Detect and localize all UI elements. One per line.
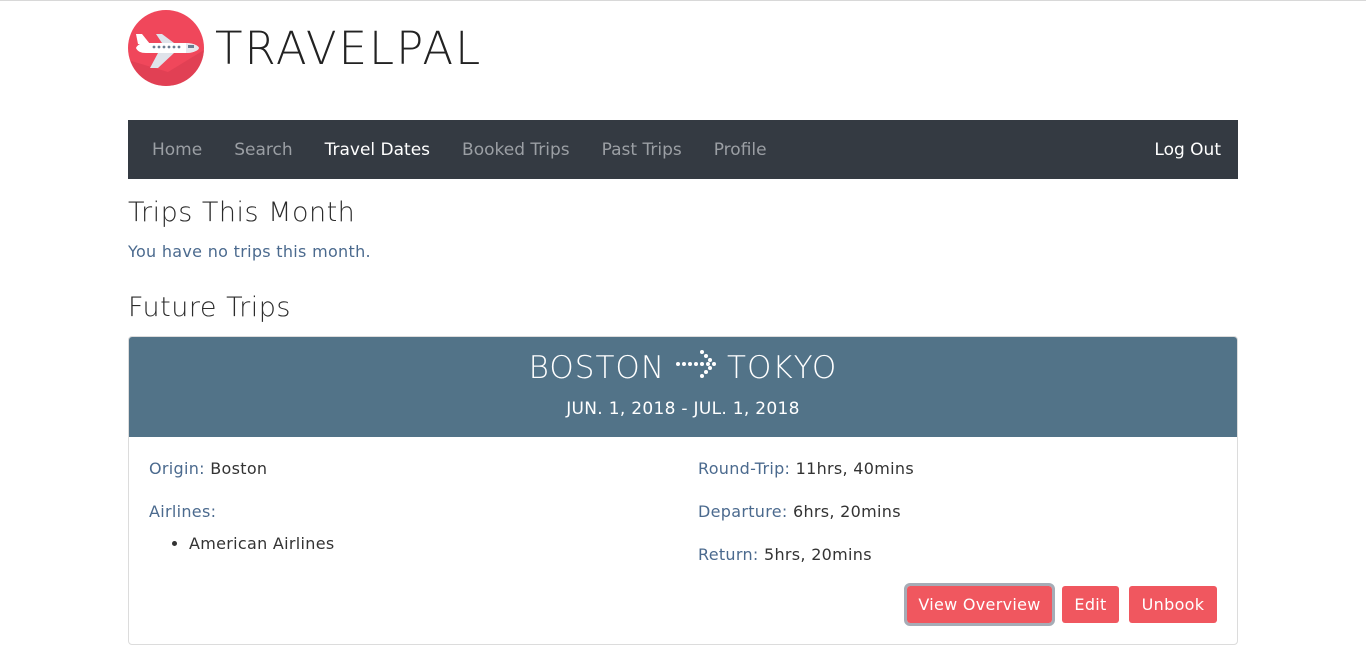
nav-item-profile[interactable]: Profile: [698, 140, 783, 160]
nav-item-past-trips[interactable]: Past Trips: [586, 140, 698, 160]
return-field: Return: 5hrs, 20mins: [698, 545, 872, 564]
return-label: Return:: [698, 545, 759, 564]
origin-city: BOSTON: [528, 350, 666, 386]
trips-this-month-heading: Trips This Month: [128, 197, 356, 228]
round-trip-value: 11hrs, 40mins: [795, 459, 914, 478]
departure-value: 6hrs, 20mins: [792, 502, 901, 521]
brand-name: TRAVELPAL: [215, 21, 483, 75]
departure-field: Departure: 6hrs, 20mins: [698, 502, 901, 521]
origin-field: Origin: Boston: [149, 459, 267, 478]
origin-label: Origin:: [149, 459, 205, 478]
trip-card-header: BOSTON TOKYO JUN. 1, 2018 - JUL. 1, 2018: [129, 337, 1237, 437]
nav-item-travel-dates[interactable]: Travel Dates: [309, 140, 446, 160]
unbook-button[interactable]: Unbook: [1129, 586, 1217, 623]
round-trip-field: Round-Trip: 11hrs, 40mins: [698, 459, 914, 478]
return-value: 5hrs, 20mins: [763, 545, 872, 564]
airlines-list: American Airlines: [173, 534, 335, 553]
departure-label: Departure:: [698, 502, 788, 521]
logout-link[interactable]: Log Out: [1138, 140, 1230, 160]
main-navbar: Home Search Travel Dates Booked Trips Pa…: [128, 120, 1238, 179]
dotted-arrow-icon: [675, 347, 717, 389]
page: TRAVELPAL Home Search Travel Dates Booke…: [0, 0, 1366, 649]
trip-dates: JUN. 1, 2018 - JUL. 1, 2018: [566, 399, 800, 419]
trip-card-body: Origin: Boston Airlines: American Airlin…: [129, 437, 1237, 644]
airplane-logo-icon: [128, 10, 204, 86]
airlines-label: Airlines:: [149, 502, 217, 521]
round-trip-label: Round-Trip:: [698, 459, 791, 478]
nav-item-booked-trips[interactable]: Booked Trips: [446, 140, 586, 160]
view-overview-button[interactable]: View Overview: [904, 583, 1055, 626]
trip-card: BOSTON TOKYO JUN. 1, 2018 - JUL. 1, 2018…: [128, 336, 1238, 645]
edit-button[interactable]: Edit: [1062, 586, 1119, 623]
destination-city: TOKYO: [727, 350, 838, 386]
origin-value: Boston: [210, 459, 268, 478]
airlines-field: Airlines:: [149, 502, 216, 521]
list-item: American Airlines: [189, 534, 335, 553]
nav-item-search[interactable]: Search: [218, 140, 308, 160]
trip-route: BOSTON TOKYO: [129, 347, 1237, 389]
brand[interactable]: TRAVELPAL: [128, 10, 482, 86]
no-trips-message: You have no trips this month.: [128, 242, 371, 261]
nav-item-home[interactable]: Home: [136, 140, 218, 160]
future-trips-heading: Future Trips: [128, 292, 291, 323]
